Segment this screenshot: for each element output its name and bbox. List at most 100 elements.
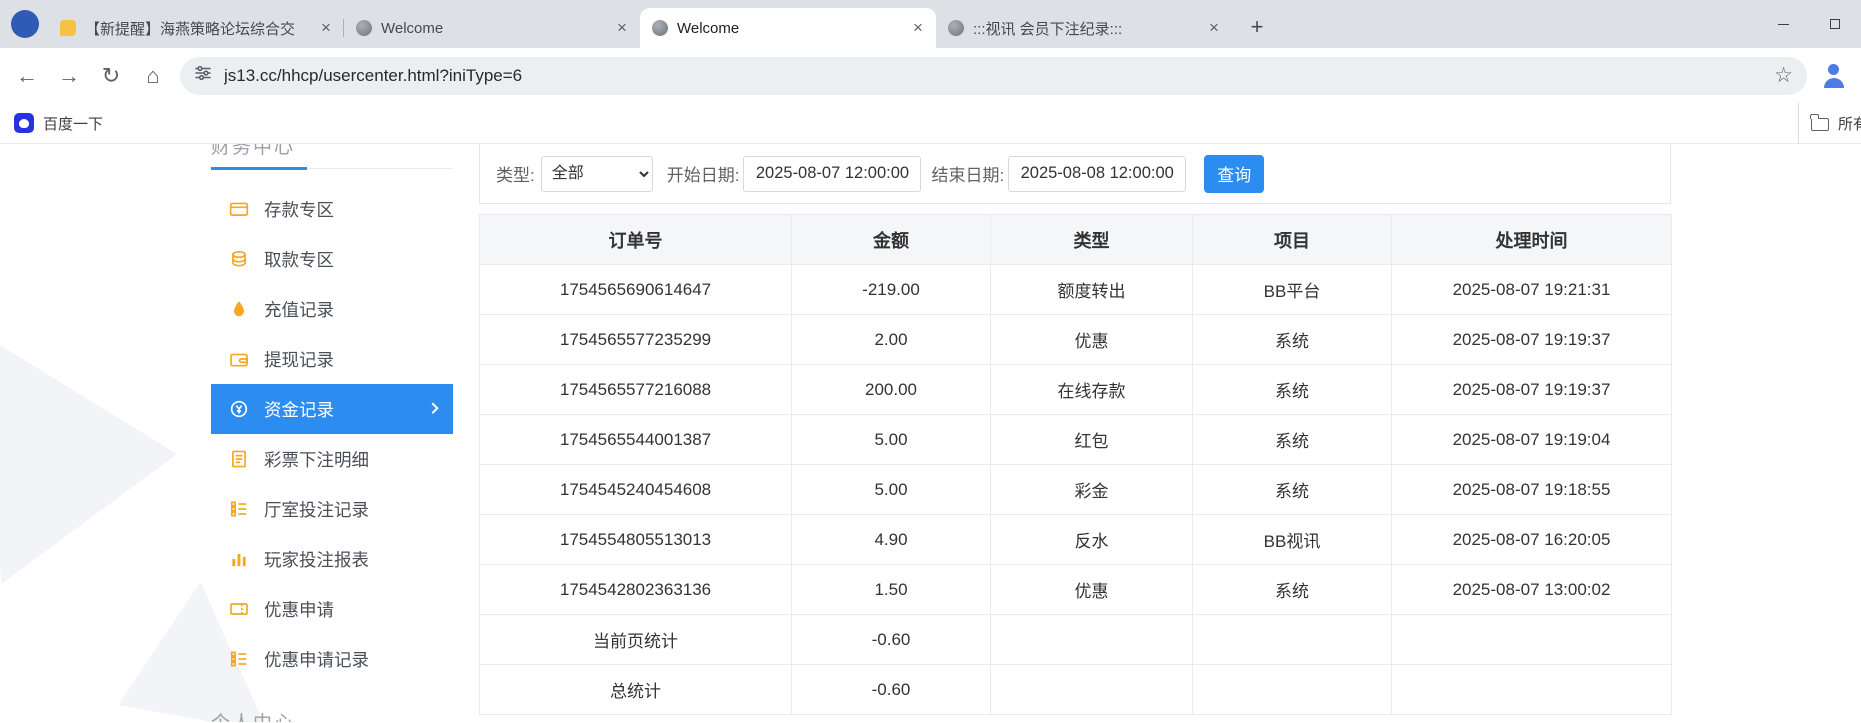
list-icon — [229, 499, 249, 519]
table-cell: 2025-08-07 19:19:04 — [1391, 414, 1672, 465]
browser-tab[interactable]: Welcome × — [640, 8, 936, 48]
sidebar-item-label: 充值记录 — [264, 299, 334, 320]
sidebar-item-label: 取款专区 — [264, 249, 334, 270]
table-cell: 额度转出 — [990, 264, 1193, 315]
browser-tab[interactable]: :::视讯 会员下注纪录::: × — [936, 8, 1232, 48]
type-label: 类型: — [496, 166, 535, 185]
money-coin-icon — [229, 399, 249, 419]
bookmark-star-icon[interactable]: ☆ — [1774, 63, 1793, 88]
sidebar-item[interactable]: 玩家投注报表 — [211, 534, 453, 584]
sidebar-item[interactable]: 提现记录 — [211, 334, 453, 384]
sidebar-item[interactable]: 彩票下注明细 — [211, 434, 453, 484]
table-cell: 红包 — [990, 414, 1193, 465]
minimize-button[interactable] — [1757, 0, 1809, 48]
sidebar-item[interactable]: 优惠申请 — [211, 584, 453, 634]
sidebar-item-label: 优惠申请记录 — [264, 649, 369, 670]
list-icon — [229, 649, 249, 669]
tab-close-icon[interactable]: × — [908, 18, 928, 38]
all-bookmarks-label: 所有 — [1838, 116, 1861, 133]
sidebar-item[interactable]: 优惠申请记录 — [211, 634, 453, 684]
tab-title: :::视讯 会员下注纪录::: — [973, 20, 1123, 38]
tab-title: Welcome — [677, 19, 740, 37]
maximize-icon — [1830, 19, 1840, 29]
table-header: 订单号 金额 类型 项目 处理时间 — [479, 214, 1672, 265]
table-cell: 系统 — [1192, 464, 1392, 515]
start-date-input[interactable] — [743, 155, 922, 192]
table-cell — [1391, 664, 1672, 715]
sidebar-item[interactable]: 充值记录 — [211, 284, 453, 334]
table-row: 当前页统计 -0.60 — [479, 614, 1672, 665]
tab-close-icon[interactable]: × — [612, 18, 632, 38]
table-cell: 系统 — [1192, 364, 1392, 415]
all-bookmarks-button[interactable]: 所有 — [1798, 103, 1861, 144]
home-button[interactable]: ⌂ — [132, 55, 174, 97]
folder-icon — [1810, 114, 1829, 131]
reload-button[interactable]: ↻ — [90, 55, 132, 97]
table-cell: 2025-08-07 19:21:31 — [1391, 264, 1672, 315]
browser-logo-icon[interactable] — [11, 10, 39, 38]
table-cell: 1754565577216088 — [479, 364, 792, 415]
browser-tab[interactable]: Welcome × — [344, 8, 640, 48]
column-header: 类型 — [990, 214, 1193, 265]
table-cell: 反水 — [990, 514, 1193, 565]
forward-button[interactable]: → — [48, 55, 90, 97]
end-date-label: 结束日期: — [931, 166, 1005, 185]
query-button[interactable]: 查询 — [1204, 154, 1265, 193]
table-cell: 5.00 — [791, 464, 991, 515]
type-select[interactable]: 全部 — [540, 155, 653, 192]
globe-icon — [356, 20, 372, 36]
table-cell: 2025-08-07 19:19:37 — [1391, 364, 1672, 415]
table-cell: 2025-08-07 19:19:37 — [1391, 314, 1672, 365]
tab-close-icon[interactable]: × — [316, 18, 336, 38]
table-row: 1754565577235299 2.00 优惠 系统 2025-08-07 19:19… — [479, 314, 1672, 365]
table-cell: BB视讯 — [1192, 514, 1392, 565]
tab-title: Welcome — [381, 19, 444, 37]
sidebar-item-label: 彩票下注明细 — [264, 449, 369, 470]
url-text[interactable]: js13.cc/hhcp/usercenter.html?iniType=6 — [224, 66, 1766, 86]
browser-tab[interactable]: 【新提醒】海燕策略论坛综合交 × — [48, 8, 344, 48]
sidebar-item[interactable]: 厅室投注记录 — [211, 484, 453, 534]
bookmark-item-baidu[interactable]: 百度一下 — [14, 113, 103, 134]
maximize-button[interactable] — [1809, 0, 1861, 48]
report-chart-icon — [229, 549, 249, 569]
table-cell — [990, 614, 1193, 665]
table-row: 1754545240454608 5.00 彩金 系统 2025-08-07 19:18… — [479, 464, 1672, 515]
address-bar[interactable]: js13.cc/hhcp/usercenter.html?iniType=6 ☆ — [180, 56, 1807, 95]
sidebar-item[interactable]: 资金记录 — [211, 384, 453, 434]
table-row: 1754565544001387 5.00 红包 系统 2025-08-07 19:19… — [479, 414, 1672, 465]
table-row: 1754565690614647 -219.00 额度转出 BB平台 2025-08-0… — [479, 264, 1672, 315]
table-cell: 当前页统计 — [479, 614, 792, 665]
table-row: 总统计 -0.60 — [479, 664, 1672, 715]
profile-body — [1824, 77, 1844, 88]
back-button[interactable]: ← — [6, 55, 48, 97]
sidebar-item[interactable]: 取款专区 — [211, 234, 453, 284]
main-panel: 类型: 全部 开始日期: 结束日期: 查询 订单号金额类型项目处理时间 1754… — [479, 144, 1672, 715]
ticket-icon — [229, 599, 249, 619]
decorative-triangle — [0, 334, 177, 584]
column-header: 金额 — [791, 214, 991, 265]
end-date-input[interactable] — [1008, 155, 1187, 192]
site-info-icon[interactable] — [194, 64, 212, 87]
table-header-row: 订单号 金额 类型 项目 处理时间 — [479, 214, 1672, 265]
profile-avatar-icon[interactable] — [1819, 61, 1849, 91]
table-cell: 1754565544001387 — [479, 414, 792, 465]
column-header: 订单号 — [479, 214, 792, 265]
table-cell: 4.90 — [791, 514, 991, 565]
active-section-underline — [211, 167, 307, 170]
tab-close-icon[interactable]: × — [1204, 18, 1224, 38]
browser-toolbar: ← → ↻ ⌂ js13.cc/hhcp/usercenter.html?ini… — [0, 48, 1861, 103]
table-cell: 2.00 — [791, 314, 991, 365]
sidebar-menu: 存款专区 取款专区 充值记录 提现记录 资金记录 彩票下注明细 厅室投注记录 玩家投注报表 优惠… — [211, 184, 453, 684]
table-cell — [1391, 614, 1672, 665]
table-cell: 1754554805513013 — [479, 514, 792, 565]
sidebar-item[interactable]: 存款专区 — [211, 184, 453, 234]
table-cell: 2025-08-07 13:00:02 — [1391, 564, 1672, 615]
table-cell: 优惠 — [990, 314, 1193, 365]
table-cell: 1754542802363136 — [479, 564, 792, 615]
bookmark-bar: 百度一下 所有 — [0, 103, 1861, 144]
table-cell: 2025-08-07 19:18:55 — [1391, 464, 1672, 515]
table-row: 1754565577216088 200.00 在线存款 系统 2025-08-07 1… — [479, 364, 1672, 415]
new-tab-button[interactable]: + — [1242, 12, 1272, 42]
tab-strip-tabs: 【新提醒】海燕策略论坛综合交 × Welcome × Welcome ×:::视讯 会员下… — [48, 8, 1232, 48]
sidebar: 财务中心 存款专区 取款专区 充值记录 提现记录 资金记录 彩票下注明细 厅室投注记录 玩家投… — [211, 144, 453, 722]
